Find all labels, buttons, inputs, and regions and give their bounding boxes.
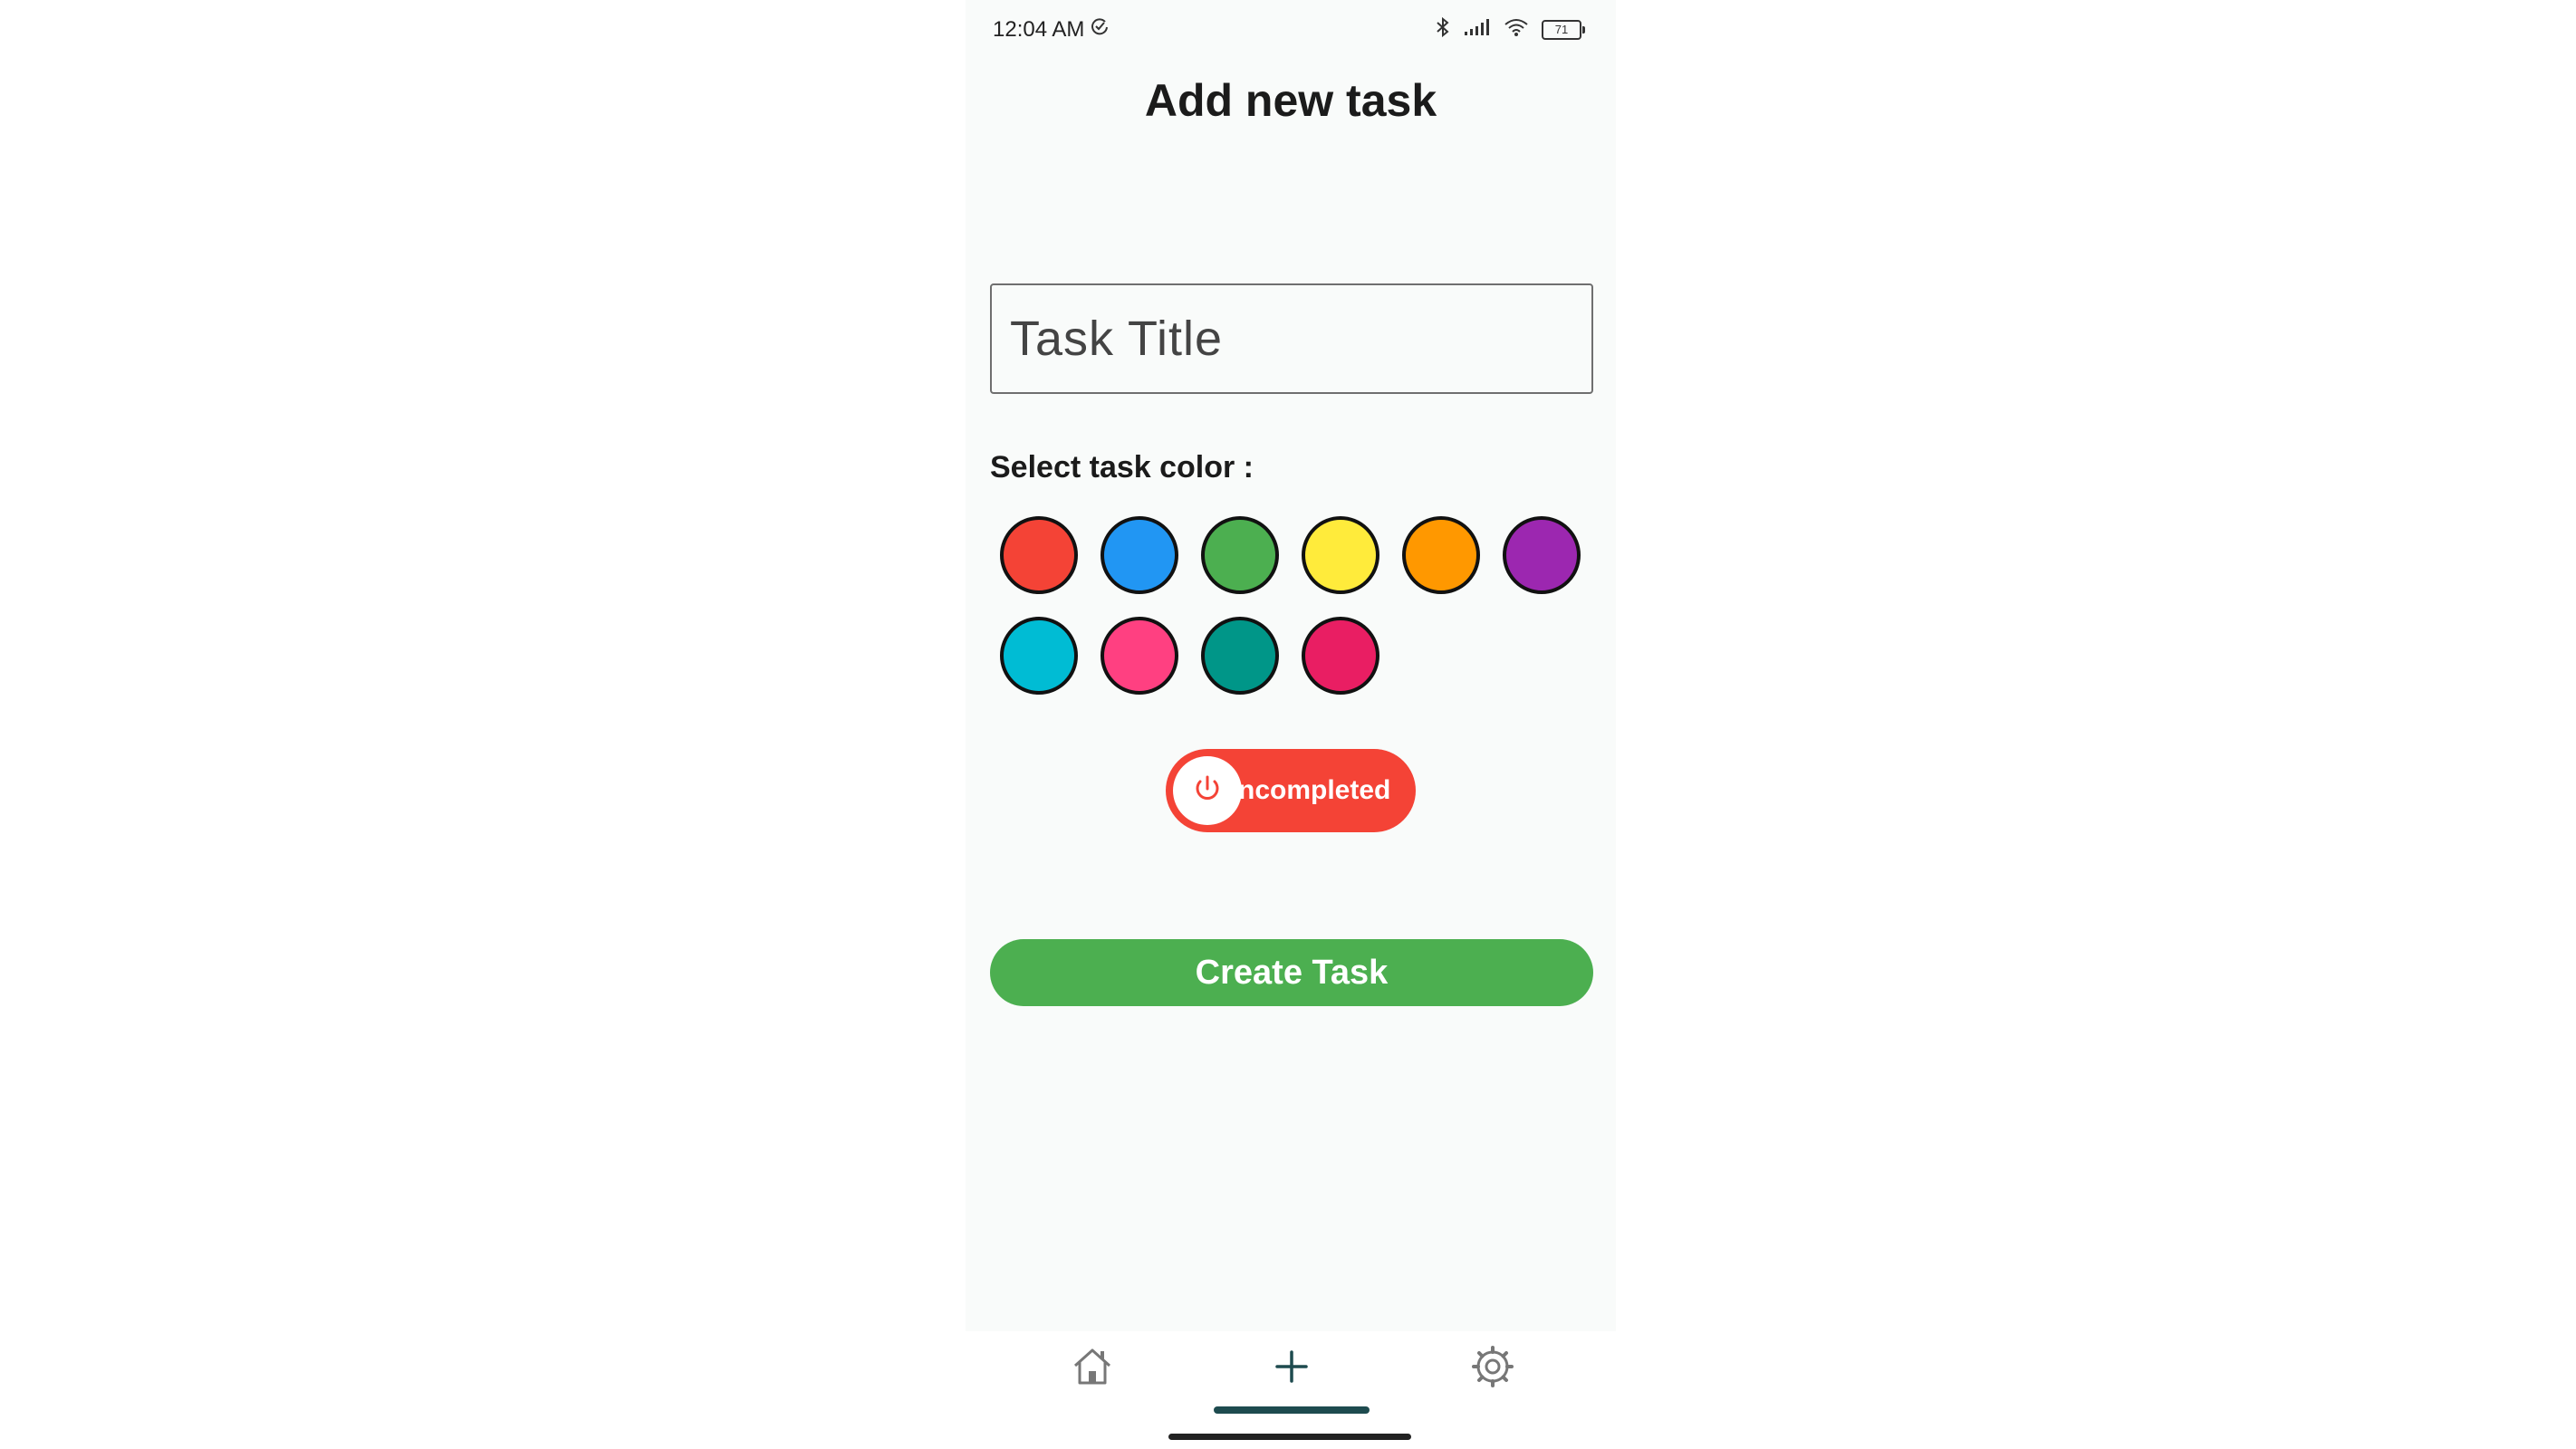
bottom-navigation bbox=[966, 1331, 1616, 1422]
color-swatch-cyan[interactable] bbox=[1000, 617, 1078, 695]
status-time: 12:04 AM bbox=[993, 16, 1085, 42]
settings-icon bbox=[1470, 1344, 1515, 1394]
color-swatch-orange[interactable] bbox=[1402, 516, 1480, 594]
color-swatch-yellow[interactable] bbox=[1302, 516, 1379, 594]
sync-check-icon bbox=[1090, 16, 1110, 43]
toggle-knob bbox=[1173, 756, 1242, 825]
system-home-bar[interactable] bbox=[1168, 1434, 1411, 1440]
color-swatch-blue[interactable] bbox=[1101, 516, 1178, 594]
nav-settings[interactable] bbox=[1456, 1344, 1529, 1416]
color-swatch-red[interactable] bbox=[1000, 516, 1078, 594]
status-time-group: 12:04 AM bbox=[993, 16, 1110, 43]
page-title: Add new task bbox=[1144, 75, 1437, 126]
active-tab-indicator bbox=[1214, 1406, 1370, 1414]
app-surface: 12:04 AM 71 Add new task Task Title Sele… bbox=[966, 0, 1616, 1331]
wifi-icon bbox=[1504, 18, 1529, 41]
home-icon bbox=[1070, 1344, 1115, 1394]
color-swatch-green[interactable] bbox=[1201, 516, 1279, 594]
plus-icon bbox=[1269, 1344, 1314, 1394]
color-swatch-teal[interactable] bbox=[1201, 617, 1279, 695]
color-swatch-crimson[interactable] bbox=[1302, 617, 1379, 695]
nav-add-task[interactable] bbox=[1255, 1344, 1328, 1416]
completion-status-toggle[interactable]: ncompleted bbox=[1166, 749, 1416, 832]
create-task-button[interactable]: Create Task bbox=[990, 939, 1593, 1006]
status-bar: 12:04 AM 71 bbox=[966, 0, 1616, 60]
color-select-label: Select task color : bbox=[990, 450, 1254, 485]
toggle-status-label: ncompleted bbox=[1238, 775, 1391, 805]
color-swatch-purple[interactable] bbox=[1503, 516, 1581, 594]
status-icons: 71 bbox=[1435, 16, 1585, 43]
phone-screen: 12:04 AM 71 Add new task Task Title Sele… bbox=[966, 0, 1616, 1449]
task-title-input[interactable] bbox=[990, 283, 1593, 394]
signal-icon bbox=[1464, 18, 1491, 41]
color-swatch-pink[interactable] bbox=[1101, 617, 1178, 695]
bluetooth-icon bbox=[1435, 16, 1451, 43]
battery-icon: 71 bbox=[1542, 19, 1585, 40]
nav-home[interactable] bbox=[1056, 1344, 1129, 1416]
power-icon bbox=[1189, 771, 1226, 811]
